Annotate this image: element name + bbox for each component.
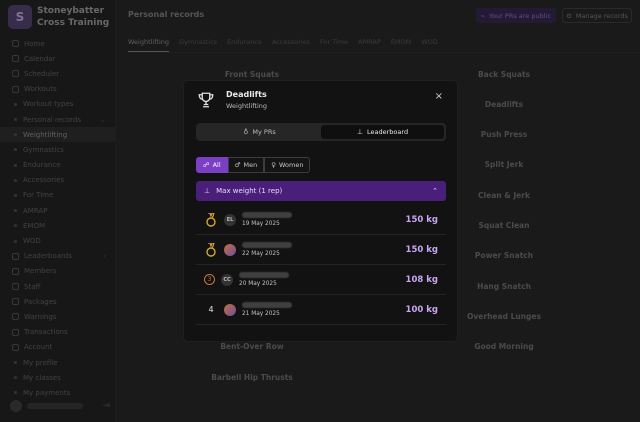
leaderboard-list: EL 19 May 2025 150 kg 22 May 2025 150 kg 3 CC 2… — [196, 205, 446, 325]
athlete-name-blurred — [242, 242, 292, 248]
record-value: 108 kg — [405, 274, 438, 285]
leaderboard-row[interactable]: 3 CC 20 May 2025 108 kg — [196, 265, 446, 295]
record-date: 22 May 2025 — [242, 251, 280, 257]
athlete-name-blurred — [239, 272, 289, 278]
chevron-up-icon: ⌃ — [432, 187, 438, 195]
record-value: 150 kg — [405, 214, 438, 225]
athlete-info: 20 May 2025 — [239, 272, 289, 287]
tab-my-prs-label: My PRs — [252, 128, 276, 136]
podium-icon: ⊥ — [204, 187, 211, 195]
record-value: 150 kg — [405, 244, 438, 255]
users-icon: ☍ — [203, 161, 210, 169]
podium-icon: ⊥ — [356, 128, 364, 136]
modal-title: Deadlifts — [226, 90, 267, 99]
tab-my-prs[interactable]: ♁ My PRs — [198, 125, 321, 139]
tab-leaderboard-label: Leaderboard — [367, 128, 409, 136]
filter-all-button[interactable]: ☍ All — [196, 157, 228, 173]
accordion-title: Max weight (1 rep) — [216, 187, 283, 195]
athlete-info: 22 May 2025 — [242, 242, 292, 257]
filter-women-button[interactable]: ♀ Women — [264, 157, 311, 173]
gold-medal-icon — [204, 212, 218, 227]
modal-subtitle: Weightlifting — [226, 102, 268, 110]
avatar: CC — [221, 273, 233, 286]
tab-leaderboard[interactable]: ⊥ Leaderboard — [321, 125, 444, 139]
record-date: 20 May 2025 — [239, 281, 277, 287]
record-date: 21 May 2025 — [242, 311, 280, 317]
athlete-info: 19 May 2025 — [242, 212, 292, 227]
bronze-medal-icon: 3 — [204, 274, 215, 285]
leaderboard-row[interactable]: 22 May 2025 150 kg — [196, 235, 446, 265]
avatar — [224, 243, 236, 256]
leaderboard-row[interactable]: EL 19 May 2025 150 kg — [196, 205, 446, 235]
record-modal: Deadlifts Weightlifting × ♁ My PRs ⊥ Lea… — [183, 80, 458, 342]
avatar — [224, 303, 236, 316]
view-toggle: ♁ My PRs ⊥ Leaderboard — [196, 123, 446, 141]
female-icon: ♀ — [271, 161, 276, 169]
avatar: EL — [224, 213, 236, 226]
gold-medal-icon — [204, 242, 218, 257]
medal-icon: ♁ — [243, 128, 249, 136]
leaderboard-row[interactable]: 4 21 May 2025 100 kg — [196, 295, 446, 325]
athlete-name-blurred — [242, 302, 292, 308]
trophy-icon — [198, 92, 214, 108]
filter-men-button[interactable]: ♂ Men — [227, 157, 265, 173]
record-date: 19 May 2025 — [242, 221, 280, 227]
rank-number: 4 — [208, 305, 214, 314]
athlete-info: 21 May 2025 — [242, 302, 292, 317]
athlete-name-blurred — [242, 212, 292, 218]
max-weight-accordion[interactable]: ⊥ Max weight (1 rep) ⌃ — [196, 181, 446, 201]
record-value: 100 kg — [405, 304, 438, 315]
filter-women-label: Women — [278, 161, 304, 169]
male-icon: ♂ — [234, 161, 241, 169]
filter-all-label: All — [212, 161, 221, 169]
close-icon[interactable]: × — [435, 91, 443, 102]
filter-men-label: Men — [243, 161, 258, 169]
gender-filter: ☍ All ♂ Men ♀ Women — [196, 157, 311, 173]
